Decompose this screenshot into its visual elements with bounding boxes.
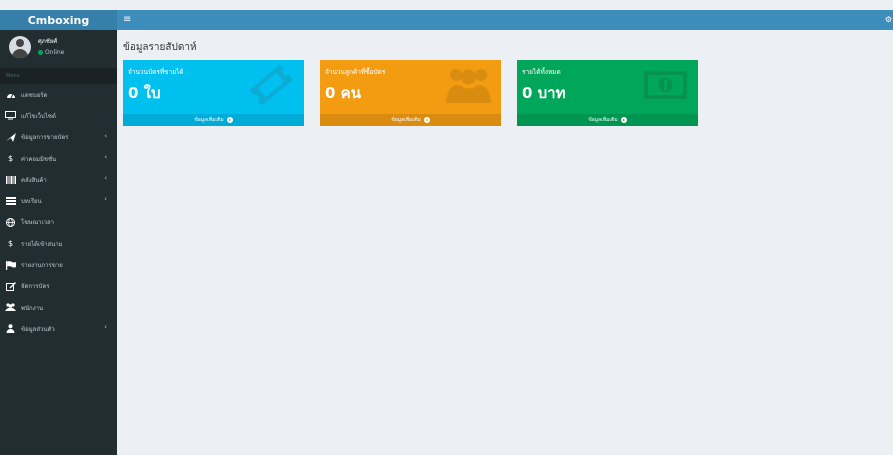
sidebar-item-label: ค่าคอมมิชชั่น — [21, 155, 57, 163]
flag-icon — [5, 260, 16, 270]
box-value: 0 ใบ — [128, 84, 161, 102]
dashboard-icon — [5, 90, 16, 99]
box-title: รายได้ทั้งหมด — [522, 68, 561, 76]
arrow-circle-right-icon — [226, 117, 233, 123]
sidebar-item-ads[interactable]: โฆษณาเวลา — [0, 212, 117, 233]
dollar-icon: $ — [7, 154, 14, 164]
chevron-left-icon: ‹ — [104, 152, 107, 161]
sidebar-item-lessons[interactable]: บทเรียน ‹ — [0, 190, 117, 211]
sidebar-item-field-income[interactable]: $ รายได้เข้าสนาม — [0, 233, 117, 254]
arrow-circle-right-icon — [423, 117, 430, 123]
sidebar-item-edit-website[interactable]: แก้ไขเว็บไซต์ — [0, 105, 117, 126]
chevron-left-icon: ‹ — [104, 131, 107, 140]
sidebar-item-label: รายได้เข้าสนาม — [21, 240, 63, 248]
user-name: ศุภชัยศ์ — [38, 38, 58, 45]
sidebar-item-dashboard[interactable]: แดชบอร์ด — [0, 84, 117, 105]
avatar — [9, 36, 31, 58]
sidebar-item-label: แดชบอร์ด — [21, 91, 48, 99]
list-icon — [5, 197, 16, 206]
more-info-link[interactable]: ข้อมูลเพิ่มเติม — [123, 114, 304, 126]
sidebar-item-label: คลังสินค้า — [21, 176, 47, 184]
sidebar-item-label: บทเรียน — [21, 198, 42, 206]
sidebar-item-label: โฆษณาเวลา — [21, 219, 55, 227]
sidebar-item-label: รายงานการขาย — [21, 262, 63, 270]
chevron-left-icon: ‹ — [104, 195, 107, 204]
gears-icon[interactable]: ⚙ — [885, 13, 892, 27]
sidebar-item-label: ข้อมูลส่วนตัว — [21, 325, 55, 333]
user-icon — [5, 324, 16, 334]
users-icon — [446, 69, 491, 103]
ticket-icon — [250, 65, 292, 105]
customers-box: จำนวนลูกค้าที่ซื้อบัตร 0 คน ข้อมูลเพิ่มเ… — [320, 60, 501, 126]
sidebar-item-commission[interactable]: $ ค่าคอมมิชชั่น ‹ — [0, 148, 117, 169]
page-title: ข้อมูลรายสัปดาห์ — [123, 42, 197, 53]
sidebar-item-sales-report[interactable]: รายงานการขาย — [0, 254, 117, 275]
sidebar-item-manage-tickets[interactable]: จัดการบัตร — [0, 276, 117, 297]
sidebar-item-inventory[interactable]: คลังสินค้า ‹ — [0, 169, 117, 190]
sidebar-item-label: แก้ไขเว็บไซต์ — [21, 112, 56, 120]
sidebar-item-staff[interactable]: พนักงาน — [0, 297, 117, 318]
chevron-left-icon: ‹ — [104, 323, 107, 332]
tickets-sold-box: จำนวนบัตรที่ขายได้ 0 ใบ ข้อมูลเพิ่มเติม — [123, 60, 304, 126]
sidebar-item-label: ข้อมูลการขายบัตร — [21, 134, 69, 142]
more-info-label: ข้อมูลเพิ่มเติม — [588, 117, 618, 123]
arrow-circle-right-icon — [620, 117, 627, 123]
user-panel: ศุภชัยศ์ Online — [0, 30, 117, 68]
more-info-link[interactable]: ข้อมูลเพิ่มเติม — [320, 114, 501, 126]
edit-icon — [5, 281, 16, 291]
total-income-box: รายได้ทั้งหมด 0 บาท ข้อมูลเพิ่มเติม — [517, 60, 698, 126]
money-icon — [644, 71, 687, 99]
more-info-link[interactable]: ข้อมูลเพิ่มเติม — [517, 114, 698, 126]
hamburger-icon[interactable]: ≡ — [123, 12, 131, 28]
more-info-label: ข้อมูลเพิ่มเติม — [391, 117, 421, 123]
menu-header: Menu — [0, 68, 117, 84]
sidebar-item-ticket-sales[interactable]: ข้อมูลการขายบัตร ‹ — [0, 127, 117, 148]
monitor-icon — [5, 111, 16, 120]
online-dot-icon — [38, 50, 43, 55]
sidebar-item-profile[interactable]: ข้อมูลส่วนตัว ‹ — [0, 318, 117, 339]
sidebar-item-label: จัดการบัตร — [21, 283, 50, 291]
box-value: 0 คน — [325, 84, 361, 102]
user-status[interactable]: Online — [38, 49, 64, 56]
sidebar-item-label: พนักงาน — [21, 304, 44, 312]
sidebar: ศุภชัยศ์ Online Menu แดชบอร์ด แก้ไขเว็บไ… — [0, 30, 117, 455]
chevron-left-icon: ‹ — [104, 174, 107, 183]
barcode-icon — [5, 175, 16, 184]
user-status-label: Online — [45, 49, 65, 56]
plane-icon — [5, 132, 16, 142]
sidebar-menu: แดชบอร์ด แก้ไขเว็บไซต์ ข้อมูลการขายบัตร … — [0, 84, 117, 340]
users-icon — [5, 303, 16, 312]
box-value: 0 บาท — [522, 84, 566, 102]
box-title: จำนวนบัตรที่ขายได้ — [128, 68, 184, 76]
more-info-label: ข้อมูลเพิ่มเติม — [194, 117, 224, 123]
brand-logo[interactable]: Cmboxing — [0, 10, 117, 30]
dollar-icon: $ — [7, 239, 14, 249]
box-title: จำนวนลูกค้าที่ซื้อบัตร — [325, 68, 386, 76]
top-navbar: ≡ ⚙ — [117, 10, 893, 30]
globe-icon — [5, 217, 16, 227]
